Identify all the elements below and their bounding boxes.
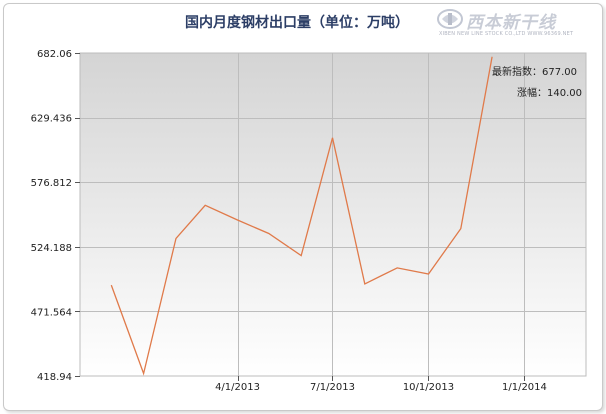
data-point <box>427 273 430 276</box>
y-tick-label: 471.564 <box>31 307 72 318</box>
data-point <box>300 254 303 257</box>
brand-logo: 西本新干线 XIBEN NEW LINE STOCK CO.,LTD WWW.9… <box>437 8 573 38</box>
data-point <box>236 219 239 222</box>
change-readout: 涨幅：140.00 <box>517 84 582 99</box>
y-tick-label: 418.94 <box>37 372 72 383</box>
data-point <box>491 55 494 58</box>
data-point <box>396 266 399 269</box>
x-tick-label: 10/1/2013 <box>403 382 454 393</box>
data-point <box>204 204 207 207</box>
x-tick-label: 4/1/2013 <box>215 382 260 393</box>
y-tick-label: 629.436 <box>31 114 72 125</box>
data-point <box>331 136 334 139</box>
change-label: 涨幅： <box>517 88 547 99</box>
y-tick-label: 682.06 <box>37 49 72 60</box>
x-tick-label: 7/1/2013 <box>310 382 355 393</box>
latest-index-label: 最新指数： <box>492 67 542 78</box>
y-tick-label: 524.188 <box>31 243 72 254</box>
data-point <box>174 237 177 240</box>
logo-name: 西本新干线 <box>466 13 556 33</box>
data-point <box>459 227 462 230</box>
data-point <box>142 372 145 375</box>
logo-subtitle: XIBEN NEW LINE STOCK CO.,LTD WWW.96369.N… <box>439 31 574 37</box>
logo-mark-icon <box>437 9 463 29</box>
y-tick-label: 576.812 <box>31 178 72 189</box>
latest-index-readout: 最新指数：677.00 <box>492 63 577 78</box>
data-point <box>363 282 366 285</box>
data-point <box>110 284 113 287</box>
data-point <box>267 232 270 235</box>
latest-index-value: 677.00 <box>542 67 577 78</box>
x-tick-label: 1/1/2014 <box>502 382 547 393</box>
change-value: 140.00 <box>547 88 582 99</box>
chart-title: 国内月度钢材出口量（单位：万吨） <box>185 15 409 31</box>
